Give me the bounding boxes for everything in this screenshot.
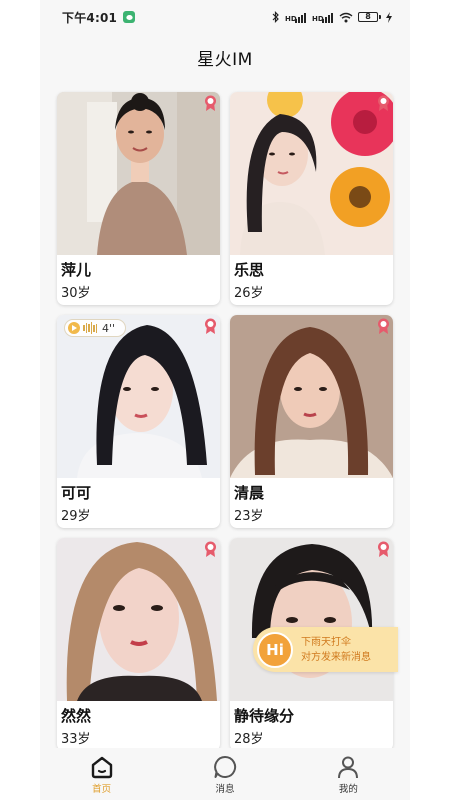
svg-text:HD: HD <box>285 15 297 23</box>
profile-photo <box>230 538 393 701</box>
toast-text: 下雨天打伞 对方发来新消息 <box>301 635 371 665</box>
voice-intro-button[interactable]: 4'' <box>64 319 126 337</box>
profile-age: 26岁 <box>234 286 264 301</box>
verified-badge-icon <box>378 318 389 334</box>
home-icon <box>91 756 112 779</box>
toast-message: 对方发来新消息 <box>301 651 371 663</box>
profile-card[interactable]: 然然 33岁 <box>57 538 220 751</box>
profile-age: 23岁 <box>234 509 264 524</box>
new-message-toast[interactable]: Hi 下雨天打伞 对方发来新消息 <box>253 627 398 672</box>
profile-photo <box>230 92 393 255</box>
profile-name: 可可 <box>61 484 92 502</box>
tab-label: 首页 <box>92 784 112 795</box>
phone-screen: 下午4:01 HD HD 8 星火IM 萍儿 30岁 乐思 26岁 4'' 可可… <box>40 0 410 800</box>
profile-age: 29岁 <box>61 509 91 524</box>
profile-card[interactable]: 萍儿 30岁 <box>57 92 220 305</box>
tab-label: 消息 <box>215 784 235 795</box>
profile-photo <box>57 315 220 478</box>
profile-name: 然然 <box>61 707 92 725</box>
profile-card[interactable]: 清晨 23岁 <box>230 315 393 528</box>
signal-icon-2: HD <box>312 12 333 23</box>
verified-badge-icon <box>378 95 389 111</box>
hi-badge: Hi <box>257 631 293 668</box>
tab-label: 我的 <box>338 784 358 795</box>
profile-age: 33岁 <box>61 732 91 747</box>
verified-badge-icon <box>378 541 389 557</box>
profile-age: 28岁 <box>234 732 264 747</box>
status-bar: 下午4:01 HD HD 8 <box>40 0 410 34</box>
verified-badge-icon <box>205 318 216 334</box>
page-title: 星火IM <box>197 49 253 70</box>
play-icon <box>68 322 80 334</box>
profile-name: 清晨 <box>234 484 265 502</box>
tab-profile[interactable]: 我的 <box>287 748 410 800</box>
waveform-icon <box>83 322 97 334</box>
svg-text:HD: HD <box>312 15 324 23</box>
toast-sender: 下雨天打伞 <box>301 636 351 648</box>
profile-name: 静待缘分 <box>234 707 295 725</box>
bluetooth-icon <box>272 11 279 23</box>
chat-bubble-icon <box>214 755 237 778</box>
bottom-tab-bar: 首页 消息 我的 <box>40 748 410 800</box>
app-header: 星火IM <box>40 34 410 80</box>
person-icon <box>338 756 359 779</box>
verified-badge-icon <box>205 95 216 111</box>
profile-age: 30岁 <box>61 286 91 301</box>
status-icons: HD HD 8 <box>272 11 392 23</box>
charging-icon <box>386 11 392 23</box>
profile-photo <box>230 315 393 478</box>
status-time: 下午4:01 <box>62 10 118 25</box>
verified-badge-icon <box>205 541 216 557</box>
battery-level: 8 <box>358 12 378 22</box>
profile-card[interactable]: 乐思 26岁 <box>230 92 393 305</box>
voice-duration: 4'' <box>102 321 116 335</box>
tab-home[interactable]: 首页 <box>40 748 163 800</box>
tab-messages[interactable]: 消息 <box>163 748 286 800</box>
signal-icon: HD <box>285 12 306 23</box>
profile-card[interactable]: 4'' 可可 29岁 <box>57 315 220 528</box>
wechat-notification-icon <box>123 11 136 23</box>
profile-name: 乐思 <box>234 261 265 279</box>
profile-photo <box>57 538 220 701</box>
profile-photo <box>57 92 220 255</box>
battery-icon: 8 <box>358 12 381 22</box>
profile-name: 萍儿 <box>61 261 92 279</box>
wifi-icon <box>339 12 353 22</box>
